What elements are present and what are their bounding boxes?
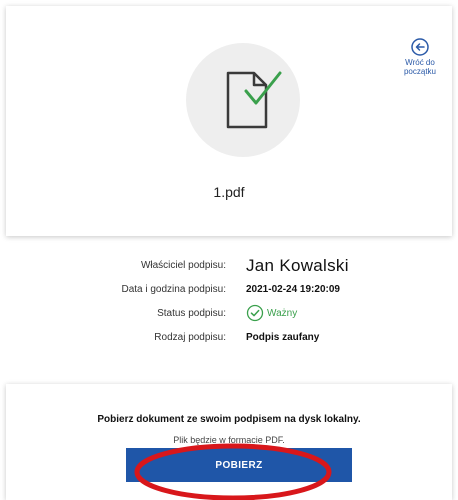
datetime-label: Data i godzina podpisu: <box>121 284 226 295</box>
type-label: Rodzaj podpisu: <box>154 332 226 343</box>
back-label-line1[interactable]: Wróć do <box>395 58 445 67</box>
back-to-start-link[interactable]: Wróć do początku <box>395 38 445 76</box>
download-panel: Pobierz dokument ze swoim podpisem na dy… <box>6 384 452 500</box>
datetime-value: 2021-02-24 19:20:09 <box>246 284 340 295</box>
status-value: Ważny <box>267 308 298 319</box>
download-button[interactable]: POBIERZ <box>126 448 352 482</box>
document-check-icon <box>226 71 282 129</box>
download-title: Pobierz dokument ze swoim podpisem na dy… <box>97 414 361 425</box>
status-row: Status podpisu: Ważny <box>0 304 458 328</box>
document-card: 1.pdf Wróć do początku <box>6 6 452 236</box>
status-label: Status podpisu: <box>157 308 226 319</box>
document-preview <box>186 43 300 157</box>
type-value: Podpis zaufany <box>246 332 320 343</box>
document-filename: 1.pdf <box>213 184 245 200</box>
arrow-left-circle-icon[interactable] <box>411 38 429 56</box>
datetime-row: Data i godzina podpisu: 2021-02-24 19:20… <box>0 284 458 304</box>
check-circle-icon <box>246 304 264 322</box>
download-subtitle: Plik będzie w formacie PDF. <box>173 435 285 445</box>
type-row: Rodzaj podpisu: Podpis zaufany <box>0 332 458 352</box>
owner-value: Jan Kowalski <box>246 256 349 275</box>
back-label-line2[interactable]: początku <box>395 67 445 76</box>
owner-label: Właściciel podpisu: <box>140 260 226 271</box>
owner-row: Właściciel podpisu: Jan Kowalski <box>0 256 458 280</box>
